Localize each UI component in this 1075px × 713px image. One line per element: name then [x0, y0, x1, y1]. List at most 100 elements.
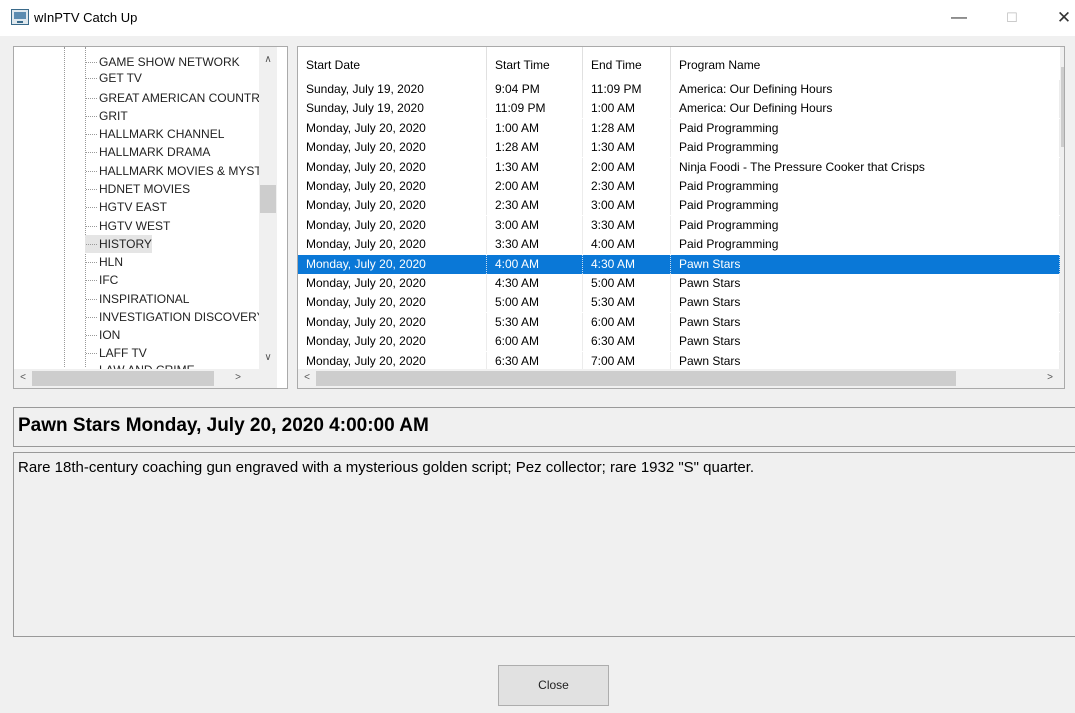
cell-program-name: Pawn Stars [671, 274, 1060, 293]
schedule-row[interactable]: Monday, July 20, 2020 1:00 AM 1:28 AM Paid … [298, 118, 1061, 138]
schedule-row[interactable]: Sunday, July 19, 2020 11:09 PM 1:00 AM Amer… [298, 99, 1061, 119]
channel-tree-item[interactable]: INVESTIGATION DISCOVERY [85, 308, 265, 326]
cell-end-time: 3:30 AM [583, 215, 671, 235]
grid-horizontal-scroll-thumb[interactable] [316, 371, 956, 386]
cell-program-name: Pawn Stars [671, 254, 1060, 274]
cell-start-time: 1:28 AM [487, 138, 583, 158]
cell-program-name: Pawn Stars [671, 293, 1060, 313]
channel-tree-item[interactable]: GRIT [85, 107, 128, 125]
channel-tree-item[interactable]: LAFF TV [85, 344, 147, 362]
cell-program-name: Pawn Stars [671, 351, 1060, 371]
schedule-row[interactable]: Monday, July 20, 2020 3:30 AM 4:00 AM Paid … [298, 235, 1061, 255]
schedule-row[interactable]: Monday, July 20, 2020 1:28 AM 1:30 AM Paid … [298, 138, 1061, 158]
scroll-up-arrow-icon[interactable]: ∧ [259, 51, 277, 69]
column-header-end-time[interactable]: End Time [583, 47, 671, 82]
channel-tree-item[interactable]: HGTV WEST [85, 217, 170, 235]
cell-start-date: Monday, July 20, 2020 [298, 157, 487, 177]
cell-start-date: Monday, July 20, 2020 [298, 293, 487, 313]
channel-tree-item[interactable]: GREAT AMERICAN COUNTRY [85, 89, 268, 107]
cell-program-name: America: Our Defining Hours [671, 99, 1060, 119]
tree-vertical-scrollbar[interactable]: ∧ ∨ [259, 47, 277, 369]
channel-tree-item[interactable]: HALLMARK MOVIES & MYSTE [85, 162, 270, 180]
channel-tree-item[interactable]: HGTV EAST [85, 198, 167, 216]
cell-start-time: 1:30 AM [487, 157, 583, 177]
cell-start-date: Monday, July 20, 2020 [298, 215, 487, 235]
scroll-down-arrow-icon[interactable]: ∨ [259, 349, 277, 367]
channel-tree-item[interactable]: ION [85, 326, 120, 344]
schedule-row[interactable]: Monday, July 20, 2020 6:30 AM 7:00 AM Pawn … [298, 351, 1061, 371]
cell-start-time: 1:00 AM [487, 118, 583, 138]
cell-program-name: Paid Programming [671, 215, 1060, 235]
cell-start-time: 11:09 PM [487, 99, 583, 119]
channel-tree-item[interactable]: HLN [85, 253, 123, 271]
cell-end-time: 7:00 AM [583, 351, 671, 371]
scroll-right-arrow-icon[interactable]: > [1041, 369, 1059, 387]
scroll-left-arrow-icon[interactable]: < [298, 369, 316, 387]
channel-tree-item[interactable]: HALLMARK DRAMA [85, 143, 210, 161]
minimize-button[interactable]: — [936, 0, 982, 36]
cell-start-time: 3:00 AM [487, 215, 583, 235]
maximize-button[interactable]: ☐ [989, 0, 1035, 36]
scroll-down-arrow-icon[interactable]: ∨ [1060, 349, 1064, 367]
schedule-row[interactable]: Monday, July 20, 2020 3:00 AM 3:30 AM Paid … [298, 215, 1061, 235]
schedule-row[interactable]: Monday, July 20, 2020 2:30 AM 3:00 AM Paid … [298, 196, 1061, 216]
cell-program-name: America: Our Defining Hours [671, 80, 1060, 99]
tree-horizontal-scrollbar[interactable]: < > [14, 369, 277, 388]
schedule-row[interactable]: Monday, July 20, 2020 5:00 AM 5:30 AM Pawn … [298, 293, 1061, 313]
window-title: wInPTV Catch Up [34, 10, 138, 25]
channel-tree-item[interactable]: HISTORY [85, 235, 152, 253]
cell-end-time: 1:30 AM [583, 138, 671, 158]
cell-start-date: Monday, July 20, 2020 [298, 254, 487, 274]
cell-start-date: Monday, July 20, 2020 [298, 138, 487, 158]
schedule-row[interactable]: Monday, July 20, 2020 4:30 AM 5:00 AM Pawn … [298, 274, 1061, 293]
cell-start-date: Sunday, July 19, 2020 [298, 99, 487, 119]
tree-horizontal-scroll-thumb[interactable] [32, 371, 214, 386]
tree-vertical-scroll-thumb[interactable] [260, 185, 276, 213]
cell-program-name: Pawn Stars [671, 332, 1060, 352]
cell-start-time: 4:30 AM [487, 274, 583, 293]
cell-end-time: 2:30 AM [583, 177, 671, 196]
channel-tree[interactable]: GAME SHOW NETWORK GET TV GREAT AMERICAN CO… [13, 46, 288, 389]
cell-program-name: Ninja Foodi - The Pressure Cooker that C… [671, 157, 1060, 177]
schedule-row[interactable]: Monday, July 20, 2020 6:00 AM 6:30 AM Pawn … [298, 332, 1061, 352]
schedule-grid[interactable]: Start Date Start Time End Time Program N… [297, 46, 1065, 389]
cell-start-time: 6:30 AM [487, 351, 583, 371]
schedule-row[interactable]: Monday, July 20, 2020 1:30 AM 2:00 AM Ninja… [298, 157, 1061, 177]
grid-vertical-scrollbar[interactable]: ∧ ∨ [1060, 47, 1064, 369]
cell-start-date: Monday, July 20, 2020 [298, 196, 487, 216]
cell-start-time: 5:00 AM [487, 293, 583, 313]
cell-start-date: Sunday, July 19, 2020 [298, 80, 487, 99]
cell-end-time: 3:00 AM [583, 196, 671, 216]
app-icon [11, 9, 29, 25]
grid-horizontal-scrollbar[interactable]: < > [298, 369, 1064, 388]
cell-end-time: 4:00 AM [583, 235, 671, 255]
channel-tree-item[interactable]: IFC [85, 271, 118, 289]
column-header-program-name[interactable]: Program Name [671, 47, 1060, 82]
schedule-row[interactable]: Sunday, July 19, 2020 9:04 PM 11:09 PM Amer… [298, 80, 1061, 99]
scroll-right-arrow-icon[interactable]: > [229, 369, 247, 387]
tree-line [64, 47, 66, 367]
cell-start-time: 3:30 AM [487, 235, 583, 255]
schedule-row[interactable]: Monday, July 20, 2020 4:00 AM 4:30 AM Pawn … [298, 254, 1061, 274]
window-close-button[interactable]: ✕ [1041, 0, 1075, 36]
grid-vertical-scroll-thumb[interactable] [1061, 67, 1064, 147]
schedule-row[interactable]: Monday, July 20, 2020 2:00 AM 2:30 AM Paid … [298, 177, 1061, 196]
cell-program-name: Paid Programming [671, 118, 1060, 138]
channel-tree-item[interactable]: HDNET MOVIES [85, 180, 190, 198]
cell-program-name: Pawn Stars [671, 312, 1060, 332]
cell-program-name: Paid Programming [671, 235, 1060, 255]
channel-tree-item[interactable]: INSPIRATIONAL [85, 290, 189, 308]
column-header-start-time[interactable]: Start Time [487, 47, 583, 82]
cell-start-time: 5:30 AM [487, 312, 583, 332]
cell-start-date: Monday, July 20, 2020 [298, 332, 487, 352]
scroll-left-arrow-icon[interactable]: < [14, 369, 32, 387]
column-header-start-date[interactable]: Start Date [298, 47, 487, 82]
cell-start-date: Monday, July 20, 2020 [298, 118, 487, 138]
channel-tree-item[interactable]: GET TV [85, 69, 142, 87]
program-title: Pawn Stars Monday, July 20, 2020 4:00:00… [18, 415, 429, 436]
schedule-row[interactable]: Monday, July 20, 2020 5:30 AM 6:00 AM Pawn … [298, 312, 1061, 332]
cell-start-date: Monday, July 20, 2020 [298, 274, 487, 293]
close-button[interactable]: Close [498, 665, 609, 706]
grid-header: Start Date Start Time End Time Program N… [298, 47, 1058, 82]
channel-tree-item[interactable]: HALLMARK CHANNEL [85, 125, 224, 143]
